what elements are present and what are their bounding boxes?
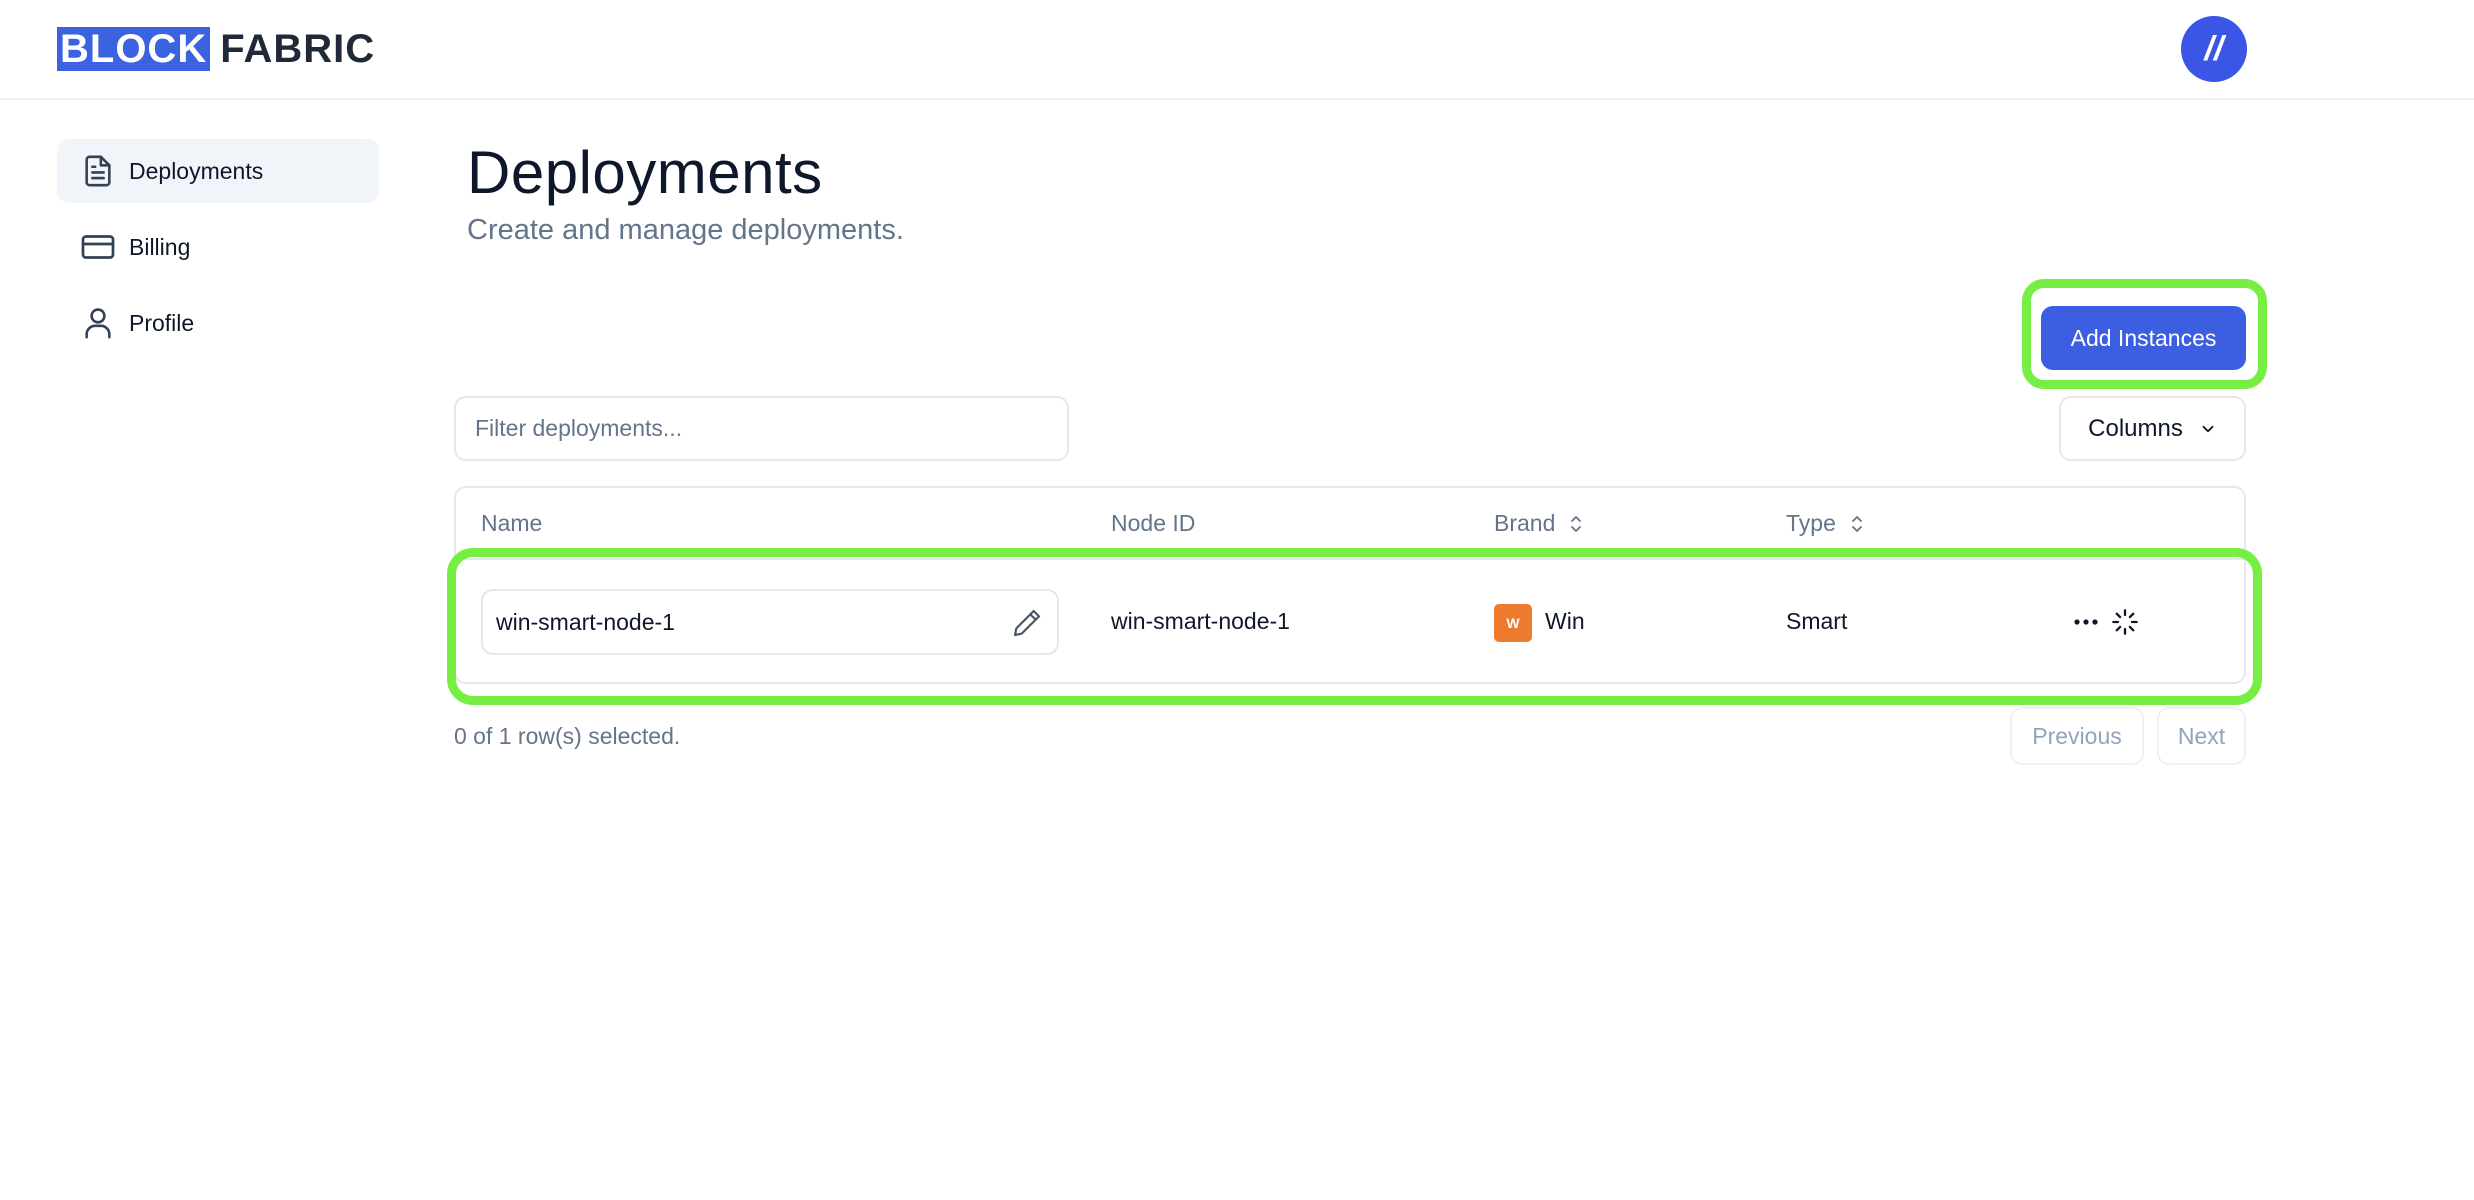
sidebar-item-billing[interactable]: Billing xyxy=(57,215,379,279)
page-subtitle: Create and manage deployments. xyxy=(467,214,904,246)
node-id-cell: win-smart-node-1 xyxy=(1111,608,1290,634)
sidebar-item-label: Deployments xyxy=(129,157,264,184)
sidebar: Deployments Billing Profile xyxy=(57,139,379,367)
sort-icon[interactable] xyxy=(1569,514,1583,534)
top-header: BLOCK FABRIC // xyxy=(0,0,2474,100)
logo-block-text: BLOCK xyxy=(57,27,211,71)
column-header-label: Node ID xyxy=(1111,510,1196,536)
add-instances-button[interactable]: Add Instances xyxy=(2041,306,2246,370)
column-header-label: Brand xyxy=(1494,510,1556,536)
rows-selected-count: 0 of 1 row(s) selected. xyxy=(454,723,681,749)
column-header-node-id: Node ID xyxy=(1111,510,1195,537)
columns-button-label: Columns xyxy=(2088,414,2183,442)
column-header-name: Name xyxy=(481,510,542,537)
user-icon xyxy=(79,304,117,342)
sidebar-item-label: Billing xyxy=(129,233,191,260)
page-title: Deployments xyxy=(467,139,823,206)
deployment-name-value: win-smart-node-1 xyxy=(496,608,675,635)
columns-dropdown-button[interactable]: Columns xyxy=(2059,396,2246,461)
sidebar-item-deployments[interactable]: Deployments xyxy=(57,139,379,203)
user-avatar[interactable]: // xyxy=(2181,16,2247,82)
pencil-edit-icon[interactable] xyxy=(1011,607,1043,639)
sidebar-item-profile[interactable]: Profile xyxy=(57,291,379,355)
brand-logo-text: W xyxy=(1506,615,1520,631)
loading-spinner-icon xyxy=(2112,609,2138,635)
column-header-label: Name xyxy=(481,510,543,536)
sort-icon[interactable] xyxy=(1850,514,1864,534)
next-page-button[interactable]: Next xyxy=(2157,707,2246,765)
brand-cell: Win xyxy=(1545,608,1585,634)
column-header-label: Type xyxy=(1786,510,1836,536)
chevron-down-icon xyxy=(2202,425,2214,432)
sidebar-item-label: Profile xyxy=(129,309,195,336)
type-cell: Smart xyxy=(1786,608,1848,634)
win-brand-logo: W xyxy=(1494,604,1532,642)
credit-card-icon xyxy=(79,228,117,266)
blockfabric-logo[interactable]: BLOCK FABRIC xyxy=(57,27,375,71)
filter-deployments-input[interactable] xyxy=(454,396,1069,461)
logo-fabric-text: FABRIC xyxy=(220,27,376,71)
more-actions-icon[interactable] xyxy=(2072,607,2100,637)
document-icon xyxy=(79,152,117,190)
previous-page-button[interactable]: Previous xyxy=(2010,707,2144,765)
column-header-type[interactable]: Type xyxy=(1786,510,1864,537)
column-header-brand[interactable]: Brand xyxy=(1494,510,1583,537)
deployment-name-field[interactable]: win-smart-node-1 xyxy=(481,589,1059,655)
